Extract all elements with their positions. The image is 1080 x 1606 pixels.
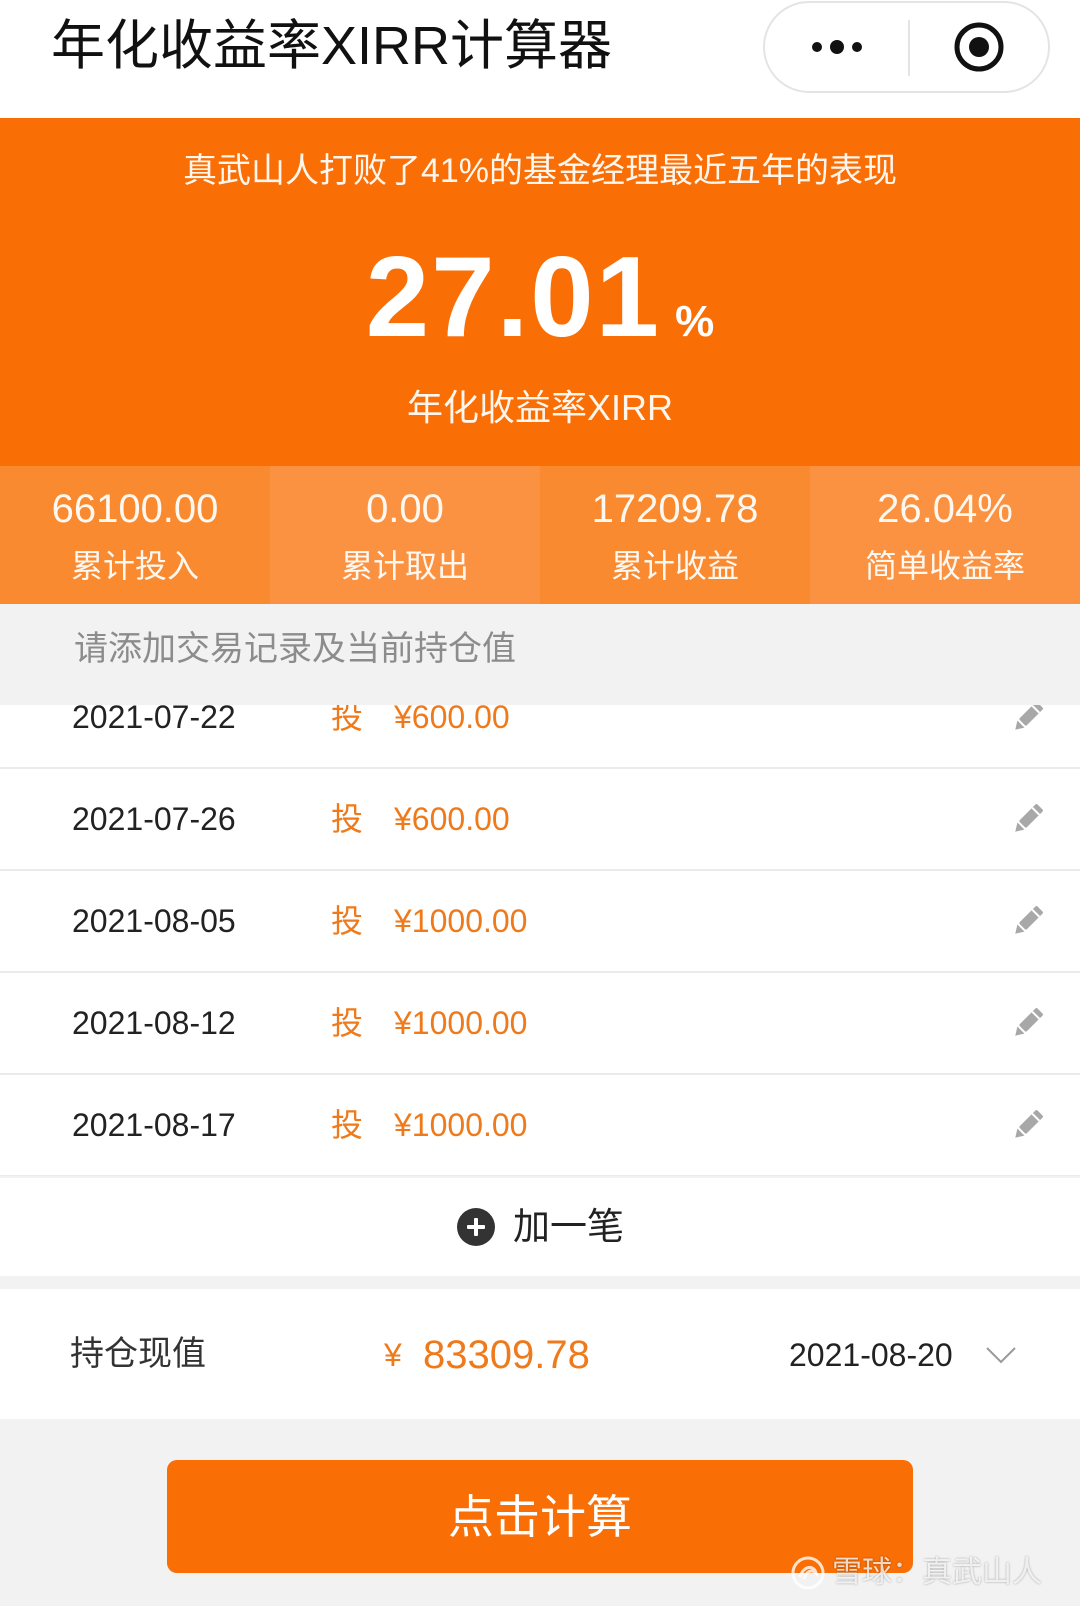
ranking-headline: 真武山人打败了41%的基金经理最近五年的表现: [182, 152, 898, 190]
add-record-label: 加一笔: [513, 1206, 624, 1247]
transaction-date: 2021-08-17: [72, 1107, 236, 1143]
mini-program-capsule: [763, 1, 1050, 93]
more-button[interactable]: [765, 3, 908, 91]
transaction-row[interactable]: 2021-08-05 投 ¥1000.00: [0, 871, 1080, 973]
stat-value: 26.04%: [877, 487, 1013, 531]
records-hint: 请添加交易记录及当前持仓值: [74, 630, 516, 668]
page-title: 年化收益率XIRR计算器: [51, 16, 613, 76]
pencil-icon[interactable]: [1008, 1003, 1048, 1043]
stat-label: 累计投入: [70, 548, 199, 584]
chevron-down-icon[interactable]: [985, 1345, 1017, 1365]
transaction-row[interactable]: 2021-07-26 投 ¥600.00: [0, 769, 1080, 871]
xirr-label: 年化收益率XIRR: [406, 387, 673, 428]
holding-label: 持仓现值: [70, 1335, 206, 1373]
records-hint-bar: 请添加交易记录及当前持仓值: [0, 604, 1080, 705]
pencil-icon[interactable]: [1008, 1105, 1048, 1145]
pencil-icon[interactable]: [1008, 705, 1048, 737]
transaction-amount: ¥1000.00: [394, 903, 528, 939]
transaction-row[interactable]: 2021-07-22 投 ¥600.00: [0, 705, 1080, 769]
stat-simple-return: 26.04% 简单收益率: [810, 466, 1080, 604]
stat-total-withdrawn: 0.00 累计取出: [270, 466, 540, 604]
stat-label: 累计取出: [340, 548, 469, 584]
transaction-date: 2021-08-05: [72, 903, 236, 939]
add-record-button[interactable]: 加一笔: [0, 1178, 1080, 1276]
plus-circle-icon: [457, 1208, 495, 1246]
transaction-amount: ¥1000.00: [394, 1107, 528, 1143]
xirr-unit: %: [675, 297, 715, 346]
stat-label: 累计收益: [610, 548, 739, 584]
transaction-date: 2021-07-26: [72, 801, 236, 837]
transaction-list[interactable]: 2021-07-22 投 ¥600.00 2021-07-26 投 ¥600.0…: [0, 705, 1080, 1176]
pencil-icon[interactable]: [1008, 799, 1048, 839]
transaction-row[interactable]: 2021-08-17 投 ¥1000.00: [0, 1075, 1080, 1176]
nav-header: 年化收益率XIRR计算器: [0, 0, 1080, 118]
xueqiu-logo-icon: [791, 1556, 825, 1590]
result-banner: 真武山人打败了41%的基金经理最近五年的表现 27.01 % 年化收益率XIRR: [0, 118, 1080, 466]
transaction-amount: ¥600.00: [394, 801, 510, 837]
holding-value-input[interactable]: 83309.78: [423, 1331, 590, 1379]
stat-value: 0.00: [366, 487, 444, 531]
transaction-amount: ¥600.00: [394, 705, 510, 735]
transaction-type: 投: [331, 801, 364, 837]
transaction-type: 投: [331, 1107, 364, 1143]
transaction-date: 2021-07-22: [72, 705, 236, 735]
watermark-text: 雪球：真武山人: [832, 1556, 1042, 1589]
stats-row: 66100.00 累计投入 0.00 累计取出 17209.78 累计收益 26…: [0, 466, 1080, 604]
transaction-date: 2021-08-12: [72, 1005, 236, 1041]
holding-value-row: 持仓现值 ¥ 83309.78 2021-08-20: [0, 1289, 1080, 1419]
transaction-type: 投: [331, 1005, 364, 1041]
stat-total-profit: 17209.78 累计收益: [540, 466, 810, 604]
stat-value: 17209.78: [591, 487, 759, 531]
transaction-type: 投: [331, 705, 364, 735]
xirr-result: 27.01 %: [0, 241, 1080, 355]
holding-date-picker[interactable]: 2021-08-20: [789, 1335, 953, 1375]
close-button[interactable]: [910, 3, 1048, 91]
transaction-amount: ¥1000.00: [394, 1005, 528, 1041]
stat-total-invested: 66100.00 累计投入: [0, 466, 270, 604]
pencil-icon[interactable]: [1008, 901, 1048, 941]
transaction-row[interactable]: 2021-08-12 投 ¥1000.00: [0, 973, 1080, 1075]
target-icon: [954, 22, 1004, 72]
holding-currency: ¥: [384, 1337, 402, 1373]
stat-label: 简单收益率: [864, 548, 1025, 584]
more-dots-icon: [811, 40, 862, 54]
watermark: 雪球：真武山人: [790, 1553, 1042, 1593]
xirr-value: 27.01: [365, 234, 662, 361]
stat-value: 66100.00: [51, 487, 219, 531]
transaction-type: 投: [331, 903, 364, 939]
